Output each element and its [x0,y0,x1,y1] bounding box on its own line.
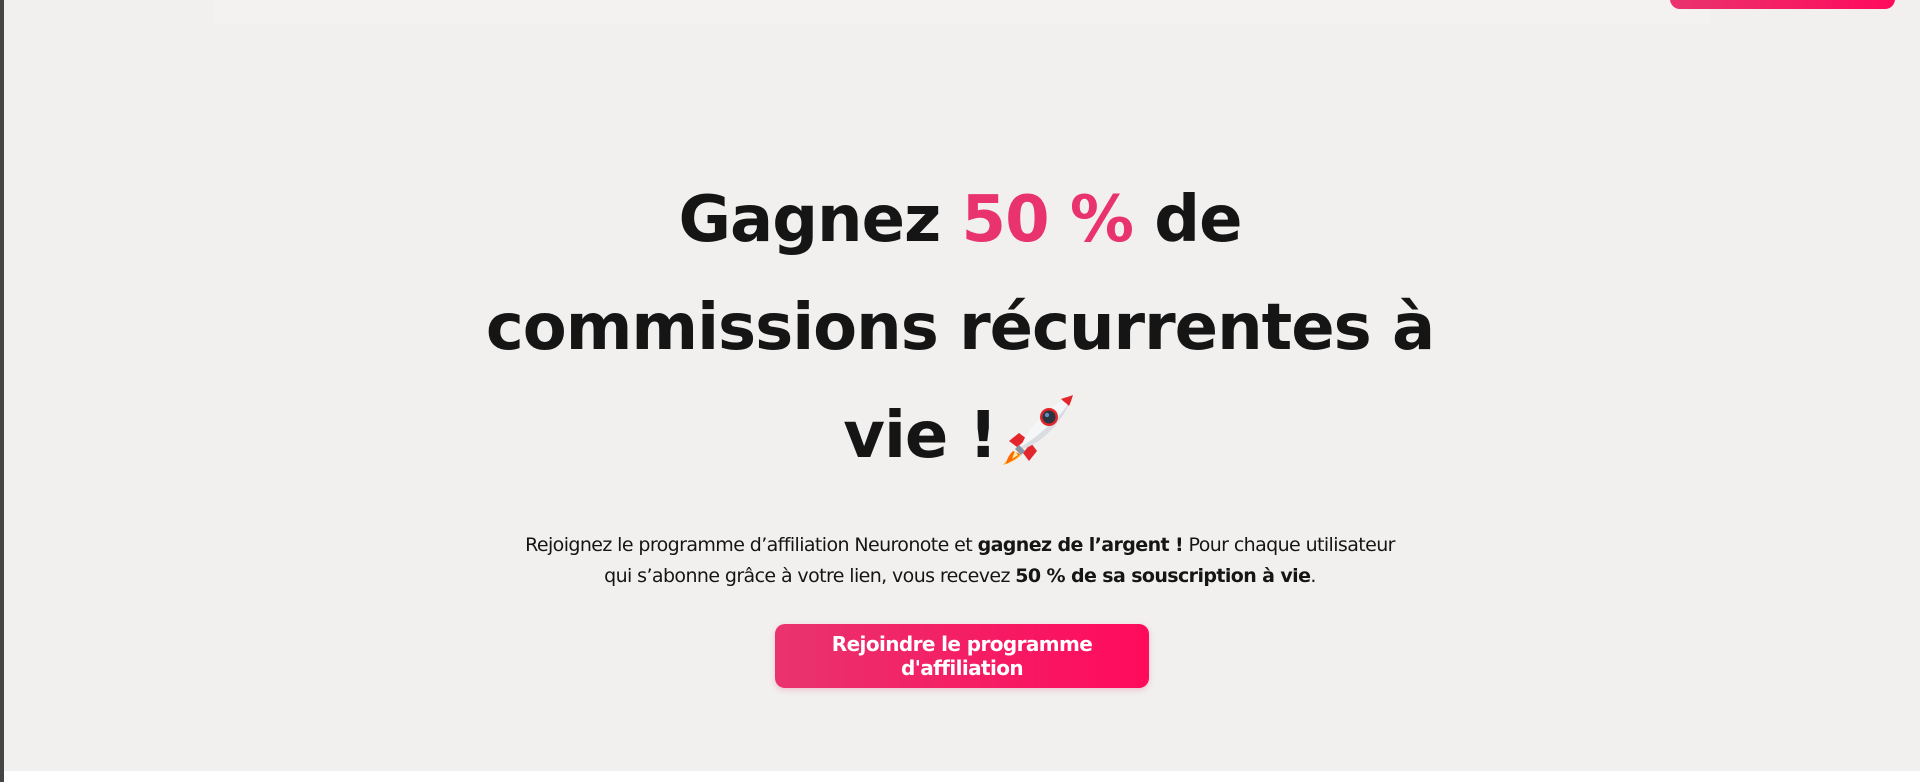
header-bar [213,0,1895,24]
window-left-edge [0,0,4,782]
hero-title: Gagnez 50 % de commissions récurrentes à… [460,166,1460,490]
hero-subtitle-bold1: gagnez de l’argent ! [977,534,1184,556]
header-cta-button[interactable] [1670,0,1895,9]
hero-subtitle: Rejoignez le programme d’affiliation Neu… [520,530,1400,592]
hero-title-part1: Gagnez [678,183,962,257]
page: Gagnez 50 % de commissions récurrentes à… [0,0,1920,782]
hero-title-accent: 50 % [961,183,1134,257]
hero-subtitle-bold2: 50 % de sa souscription à vie [1015,565,1311,587]
rocket-icon [1002,390,1077,465]
hero-subtitle-part1: Rejoignez le programme d’affiliation Neu… [525,534,978,556]
hero-subtitle-end: . [1310,565,1316,587]
join-affiliate-button[interactable]: Rejoindre le programme d'affiliation [775,624,1149,688]
bottom-band [4,771,1920,782]
